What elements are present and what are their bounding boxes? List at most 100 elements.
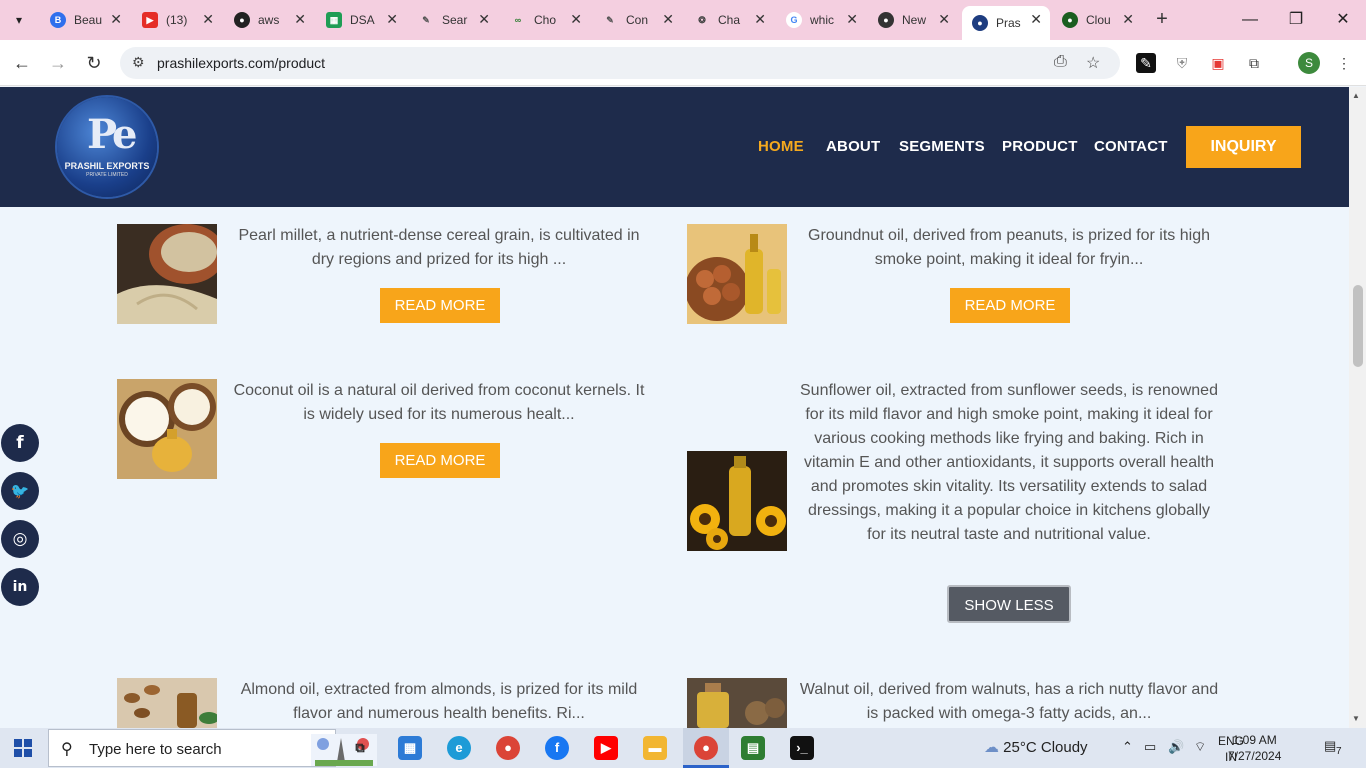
back-icon[interactable]: ←: [10, 51, 34, 75]
chrome-profile-icon: ●: [694, 736, 718, 760]
close-icon[interactable]: ✕: [754, 11, 766, 28]
read-more-button[interactable]: READ MORE: [380, 443, 500, 478]
edge-icon[interactable]: e: [447, 736, 471, 760]
extension-red-icon[interactable]: ▣: [1208, 53, 1228, 73]
bookmark-star-icon[interactable]: ☆: [1086, 53, 1100, 73]
nav-product[interactable]: PRODUCT: [1002, 138, 1078, 155]
task-view-icon[interactable]: ⧉: [348, 736, 372, 760]
close-icon[interactable]: ✕: [846, 11, 858, 28]
profile-avatar[interactable]: S: [1298, 52, 1320, 74]
menu-kebab-icon[interactable]: ⋮: [1334, 53, 1354, 73]
tab-search-button[interactable]: ▾: [6, 8, 32, 32]
google-icon: G: [786, 12, 802, 28]
browser-tab[interactable]: ✎ Sear ✕: [408, 6, 498, 34]
nav-segments[interactable]: SEGMENTS: [899, 138, 985, 155]
browser-tab[interactable]: ∞ Cho ✕: [500, 6, 590, 34]
microsoft-store-icon[interactable]: ▦: [398, 736, 422, 760]
browser-tab[interactable]: ● New ✕: [868, 6, 958, 34]
inquiry-button[interactable]: INQUIRY: [1186, 126, 1301, 168]
scroll-up-icon[interactable]: ▲: [1352, 91, 1360, 100]
close-icon[interactable]: ✕: [938, 11, 950, 28]
close-icon[interactable]: ✕: [662, 11, 674, 28]
pearl-millet-image: [117, 224, 217, 324]
windows-taskbar: ⚲ Type here to search ⧉ ▦ e ● f ▶ ▬ ● ▤ …: [0, 728, 1366, 768]
product-description: Almond oil, extracted from almonds, is p…: [240, 681, 638, 722]
forward-icon[interactable]: →: [46, 51, 70, 75]
taskbar-active-chrome[interactable]: ●: [683, 728, 729, 768]
browser-tab[interactable]: G whic ✕: [776, 6, 866, 34]
instagram-icon[interactable]: ◎: [1, 520, 39, 558]
url-text[interactable]: prashilexports.com/product: [157, 55, 325, 71]
nav-about[interactable]: ABOUT: [826, 138, 880, 155]
close-icon[interactable]: ✕: [570, 11, 582, 28]
youtube-icon: ▶: [142, 12, 158, 28]
browser-tab[interactable]: ✎ Con ✕: [592, 6, 682, 34]
leaf-icon: ●: [1062, 12, 1078, 28]
link-icon: ∞: [514, 15, 522, 25]
task-manager-icon[interactable]: ▤: [741, 736, 765, 760]
close-icon[interactable]: ✕: [202, 11, 214, 28]
browser-tab[interactable]: ❂ Cha ✕: [684, 6, 774, 34]
coconut-oil-image: [117, 379, 217, 479]
tab-strip: ▾ B Beau ✕ ▶ (13) ✕ ● aws ✕ ▦ DSA ✕ ✎ Se…: [0, 0, 1366, 40]
notification-icon[interactable]: ▤ 7: [1324, 738, 1346, 758]
close-icon[interactable]: ✕: [386, 11, 398, 28]
close-icon[interactable]: ✕: [294, 11, 306, 28]
show-less-button[interactable]: SHOW LESS: [947, 585, 1071, 623]
sheets-icon: ▦: [326, 12, 342, 28]
close-window-icon[interactable]: ✕: [1331, 8, 1355, 32]
scroll-down-icon[interactable]: ▼: [1352, 714, 1360, 723]
browser-tab[interactable]: ● Clou ✕: [1052, 6, 1142, 34]
facebook-app-icon[interactable]: f: [545, 736, 569, 760]
restore-icon[interactable]: ❐: [1284, 8, 1308, 32]
system-clock[interactable]: 1:09 AM 7/27/2024: [1228, 732, 1281, 764]
address-bar[interactable]: ⚙ prashilexports.com/product ⎙ ☆: [120, 47, 1120, 79]
terminal-icon[interactable]: ›_: [790, 736, 814, 760]
pen-icon: ✎: [422, 14, 430, 25]
nav-home[interactable]: HOME: [758, 138, 804, 155]
tray-chevron-icon[interactable]: ⌃: [1122, 739, 1133, 755]
wifi-icon[interactable]: ⌔: [1194, 739, 1206, 755]
github-icon: ●: [234, 12, 250, 28]
close-icon[interactable]: ✕: [110, 11, 122, 28]
prashil-icon: ●: [972, 15, 988, 31]
weather-widget[interactable]: ☁ 25°C Cloudy: [984, 738, 1088, 756]
read-more-button[interactable]: READ MORE: [950, 288, 1070, 323]
extensions-puzzle-icon[interactable]: ⧉: [1244, 53, 1264, 73]
browser-tab[interactable]: B Beau ✕: [40, 6, 130, 34]
site-info-icon[interactable]: ⚙: [132, 54, 145, 71]
extension-pen-icon[interactable]: ✎: [1136, 53, 1156, 73]
new-tab-button[interactable]: +: [1150, 8, 1174, 32]
linkedin-icon[interactable]: in: [1, 568, 39, 606]
product-description-expanded: Sunflower oil, extracted from sunflower …: [800, 382, 1218, 543]
read-more-button[interactable]: READ MORE: [380, 288, 500, 323]
browser-tab[interactable]: ▦ DSA ✕: [316, 6, 406, 34]
reload-icon[interactable]: ↻: [82, 51, 106, 75]
product-description: Groundnut oil, derived from peanuts, is …: [808, 227, 1210, 268]
page-scrollbar[interactable]: ▲ ▼: [1349, 87, 1366, 728]
battery-icon[interactable]: ▭: [1144, 739, 1156, 755]
chrome-icon[interactable]: ●: [496, 736, 520, 760]
close-icon[interactable]: ✕: [1030, 11, 1042, 28]
close-icon[interactable]: ✕: [478, 11, 490, 28]
close-icon[interactable]: ✕: [1122, 11, 1134, 28]
company-logo[interactable]: Pe PRASHIL EXPORTS PRIVATE LIMITED: [57, 97, 157, 197]
windows-start-icon[interactable]: [14, 739, 32, 757]
scrollbar-thumb[interactable]: [1353, 285, 1363, 367]
b-icon: B: [50, 12, 66, 28]
install-app-icon[interactable]: ⎙: [1054, 53, 1067, 71]
browser-tab[interactable]: ● aws ✕: [224, 6, 314, 34]
browser-tab-active[interactable]: ● Pras ✕: [962, 6, 1050, 40]
github-icon: ●: [878, 12, 894, 28]
minimize-icon[interactable]: —: [1238, 8, 1262, 32]
almond-oil-image: [117, 678, 217, 728]
shield-icon[interactable]: ⛨: [1172, 53, 1192, 73]
volume-icon[interactable]: 🔊: [1168, 739, 1184, 755]
nav-contact[interactable]: CONTACT: [1094, 138, 1168, 155]
twitter-icon[interactable]: 🐦: [1, 472, 39, 510]
youtube-app-icon[interactable]: ▶: [594, 736, 618, 760]
facebook-icon[interactable]: f: [1, 424, 39, 462]
taskbar-search[interactable]: ⚲ Type here to search: [48, 729, 377, 767]
file-explorer-icon[interactable]: ▬: [643, 736, 667, 760]
browser-tab[interactable]: ▶ (13) ✕: [132, 6, 222, 34]
